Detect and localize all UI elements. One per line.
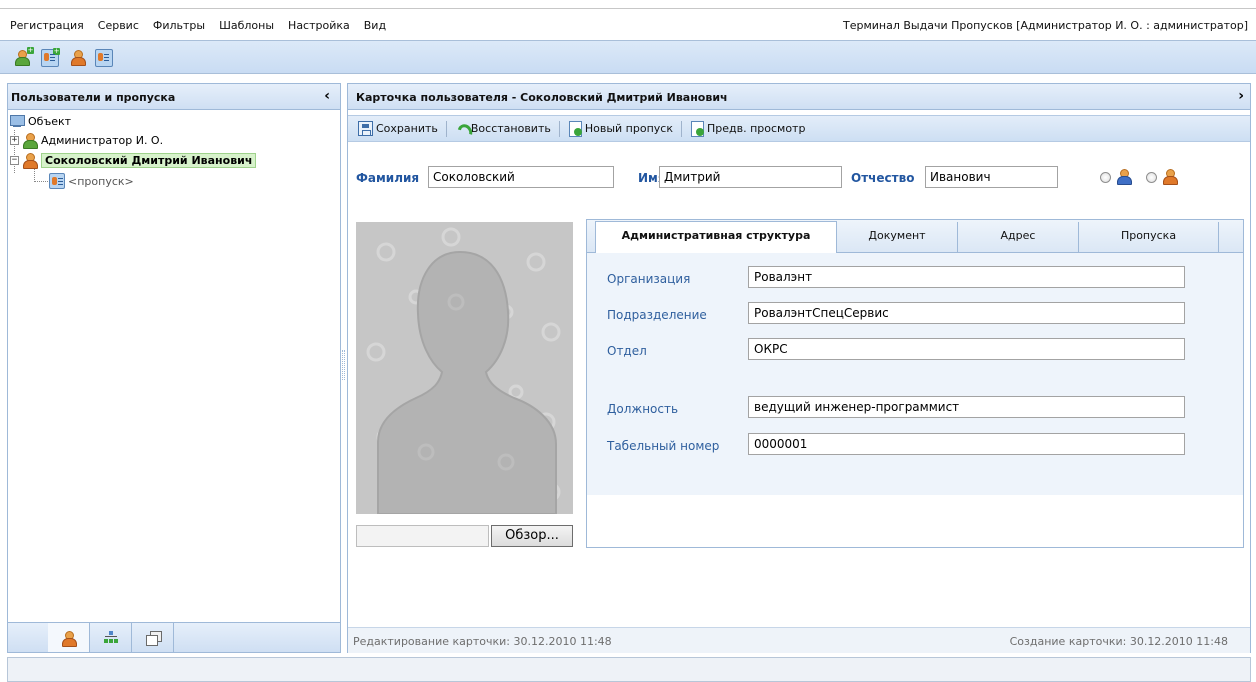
- card-tabs: Административная структура Документ Адре…: [586, 219, 1244, 548]
- tree-node-pass[interactable]: <пропуск>: [49, 172, 134, 190]
- preview-label: Предв. просмотр: [706, 122, 806, 135]
- restore-label: Восстановить: [470, 122, 551, 135]
- new-pass-button[interactable]: Новый пропуск: [568, 120, 673, 137]
- structure-tab[interactable]: [90, 623, 132, 652]
- menu-filters[interactable]: Фильтры: [153, 19, 205, 32]
- windows-icon: [145, 630, 162, 646]
- preview-icon: [690, 120, 704, 137]
- menu-templates[interactable]: Шаблоны: [219, 19, 274, 32]
- toolbar-separator: [558, 120, 560, 137]
- position-input[interactable]: [748, 396, 1185, 418]
- organization-input[interactable]: [748, 266, 1185, 288]
- gender-female-radio[interactable]: [1146, 172, 1157, 183]
- object-icon: [9, 114, 25, 129]
- tab-passes[interactable]: Пропуска: [1079, 222, 1219, 253]
- restore-button[interactable]: Восстановить: [455, 121, 551, 136]
- patronymic-input[interactable]: [925, 166, 1058, 188]
- created-timestamp: Создание карточки: 30.12.2010 11:48: [1009, 635, 1228, 648]
- name-input[interactable]: [659, 166, 842, 188]
- admin-structure-content: Организация Подразделение Отдел Должност…: [587, 253, 1243, 495]
- surname-input[interactable]: [428, 166, 614, 188]
- organization-label: Организация: [607, 272, 691, 286]
- expand-right-icon[interactable]: ›: [1238, 88, 1244, 104]
- collapse-icon[interactable]: −: [10, 155, 19, 165]
- female-icon: [1162, 168, 1178, 185]
- surname-label: Фамилия: [356, 171, 420, 185]
- menu-service[interactable]: Сервис: [98, 19, 139, 32]
- name-row: Фамилия Имя Отчество: [356, 166, 1246, 190]
- preview-button[interactable]: Предв. просмотр: [690, 120, 806, 137]
- left-panel-tabs: [8, 622, 340, 652]
- user-icon: [22, 132, 38, 149]
- save-icon: [358, 121, 373, 136]
- user-card-panel: Карточка пользователя - Соколовский Дмит…: [347, 83, 1251, 653]
- menu-registration[interactable]: Регистрация: [10, 19, 84, 32]
- tree-node-label: Соколовский Дмитрий Иванович: [41, 152, 257, 168]
- menu-view[interactable]: Вид: [364, 19, 386, 32]
- photo-path-input[interactable]: [356, 525, 489, 547]
- male-icon: [1116, 168, 1132, 185]
- restore-icon: [455, 121, 468, 136]
- add-user-icon[interactable]: +: [14, 47, 34, 67]
- new-pass-label: Новый пропуск: [584, 122, 673, 135]
- employee-number-label: Табельный номер: [607, 439, 720, 453]
- tab-address[interactable]: Адрес: [958, 222, 1079, 253]
- division-input[interactable]: [748, 302, 1185, 324]
- tab-admin-structure[interactable]: Административная структура: [595, 221, 837, 254]
- menu-bar: Регистрация Сервис Фильтры Шаблоны Настр…: [0, 8, 1256, 40]
- patronymic-label: Отчество: [851, 171, 915, 185]
- main-toolbar: + +: [0, 40, 1256, 74]
- app-title: Терминал Выдачи Пропусков [Администратор…: [843, 19, 1248, 32]
- user-icon[interactable]: [70, 49, 88, 67]
- add-card-icon[interactable]: +: [41, 48, 60, 67]
- users-icon: [61, 630, 77, 647]
- expand-icon[interactable]: +: [10, 135, 19, 145]
- employee-number-input[interactable]: [748, 433, 1185, 455]
- menu-settings[interactable]: Настройка: [288, 19, 350, 32]
- division-label: Подразделение: [607, 308, 707, 322]
- department-label: Отдел: [607, 344, 647, 358]
- card-toolbar: Сохранить Восстановить Новый пропуск Пре…: [348, 115, 1250, 142]
- structure-icon: [103, 630, 119, 645]
- card-header: Карточка пользователя - Соколовский Дмит…: [348, 84, 1250, 110]
- position-label: Должность: [607, 402, 679, 416]
- collapse-left-icon[interactable]: ‹: [324, 88, 330, 104]
- save-label: Сохранить: [376, 122, 438, 135]
- browse-button[interactable]: Обзор...: [491, 525, 573, 547]
- user-tree: Объект + Администратор И. О. − Соколовск…: [8, 110, 340, 624]
- users-tab[interactable]: [48, 623, 90, 652]
- tab-document[interactable]: Документ: [837, 222, 958, 253]
- left-panel-title: Пользователи и пропуска: [11, 91, 176, 104]
- panel-splitter[interactable]: [342, 350, 345, 380]
- photo-file-row: Обзор...: [356, 525, 574, 547]
- tree-root[interactable]: Объект: [9, 112, 71, 130]
- department-input[interactable]: [748, 338, 1185, 360]
- toolbar-separator: [680, 120, 682, 137]
- app-status-bar: [7, 657, 1251, 682]
- left-panel-header: Пользователи и пропуска ‹: [8, 84, 340, 110]
- tab-strip: Административная структура Документ Адре…: [587, 220, 1243, 254]
- users-and-passes-panel: Пользователи и пропуска ‹ Объект + Админ…: [7, 83, 341, 653]
- toolbar-separator: [445, 120, 447, 137]
- new-document-icon: [568, 120, 582, 137]
- card-list-icon[interactable]: [95, 49, 113, 67]
- save-button[interactable]: Сохранить: [358, 121, 438, 136]
- card-title: Карточка пользователя - Соколовский Дмит…: [356, 91, 728, 104]
- gender-male-radio[interactable]: [1100, 172, 1111, 183]
- tree-node-label: <пропуск>: [68, 174, 134, 188]
- tree-node-sokolovsky[interactable]: − Соколовский Дмитрий Иванович: [10, 151, 257, 169]
- windows-tab[interactable]: [132, 623, 174, 652]
- user-icon: [22, 152, 38, 169]
- tree-node-admin[interactable]: + Администратор И. О.: [10, 131, 163, 149]
- pass-icon: [49, 173, 65, 189]
- menu-items: Регистрация Сервис Фильтры Шаблоны Настр…: [10, 19, 386, 32]
- tree-root-label: Объект: [28, 114, 72, 128]
- user-photo-placeholder: [356, 222, 573, 514]
- tree-node-label: Администратор И. О.: [41, 133, 164, 147]
- edited-timestamp: Редактирование карточки: 30.12.2010 11:4…: [353, 635, 612, 648]
